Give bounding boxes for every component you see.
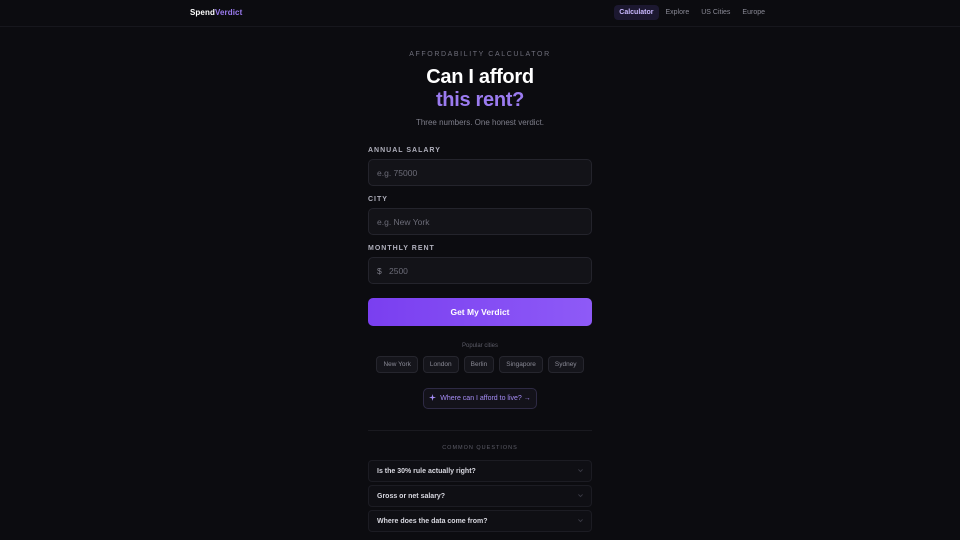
chevron-down-icon [577,467,584,476]
city-field-container [368,208,592,235]
brand-logo[interactable]: SpendVerdict [190,8,242,17]
salary-field-container [368,159,592,186]
nav-link-us-cities[interactable]: US Cities [696,5,735,20]
hero-eyebrow: AFFORDABILITY CALCULATOR [409,51,551,58]
faq-item[interactable]: Where does the data come from? [368,510,592,532]
nav-link-calculator[interactable]: Calculator [614,5,659,20]
city-label: CITY [368,196,388,203]
explore-affordable-cities-button[interactable]: Where can I afford to live? → [423,388,537,409]
faq-question: Where does the data come from? [377,518,488,525]
currency-prefix: $ [377,266,382,276]
nav-links: Calculator Explore US Cities Europe [614,5,770,20]
brand-part-2: Verdict [214,8,243,17]
city-chip-new-york[interactable]: New York [376,356,418,373]
sparkle-icon [429,394,437,403]
popular-cities-label: Popular cities [461,343,499,349]
salary-label: ANNUAL SALARY [368,147,441,154]
city-input[interactable] [377,209,577,234]
faq-title: COMMON QUESTIONS [442,445,518,451]
hero-title-line-1: Can I afford [426,66,534,88]
explore-button-label: Where can I afford to live? → [440,395,531,402]
nav-link-explore[interactable]: Explore [661,5,695,20]
chevron-down-icon [577,517,584,526]
rent-input[interactable] [389,258,589,283]
top-nav: SpendVerdict Calculator Explore US Citie… [0,0,960,27]
get-verdict-button[interactable]: Get My Verdict [368,298,592,326]
chevron-down-icon [577,492,584,501]
rent-field-container: $ [368,257,592,284]
city-chip-singapore[interactable]: Singapore [499,356,543,373]
city-chip-sydney[interactable]: Sydney [547,356,584,373]
faq-question: Gross or net salary? [377,493,446,500]
faq-item[interactable]: Gross or net salary? [368,485,592,507]
city-chip-london[interactable]: London [422,356,459,373]
salary-input[interactable] [377,160,577,185]
faq-item[interactable]: Is the 30% rule actually right? [368,460,592,482]
hero-title-line-2: this rent? [435,89,525,111]
popular-cities-list: New York London Berlin Singapore Sydney [0,356,960,373]
rent-label: MONTHLY RENT [368,245,435,252]
faq-question: Is the 30% rule actually right? [377,468,476,475]
hero-subtitle: Three numbers. One honest verdict. [415,118,545,127]
nav-link-europe[interactable]: Europe [737,5,770,20]
city-chip-berlin[interactable]: Berlin [463,356,495,373]
section-divider [368,430,592,431]
brand-part-1: Spend [190,8,215,17]
